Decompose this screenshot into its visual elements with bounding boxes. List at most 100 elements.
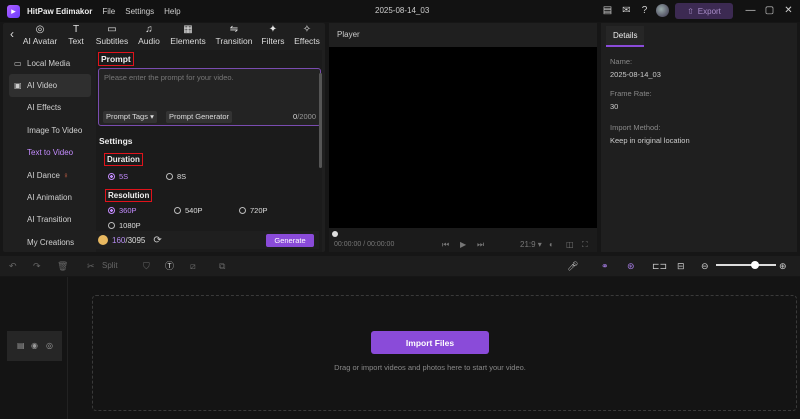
sidebar-item-ai-transition[interactable]: AI Transition bbox=[9, 209, 91, 231]
text-to-video-form: Prompt Please enter the prompt for your … bbox=[96, 50, 322, 252]
help-icon[interactable]: ? bbox=[638, 4, 651, 17]
tab-transition-label: Transition bbox=[215, 36, 253, 46]
fit-icon[interactable]: ⊟ bbox=[677, 260, 685, 272]
seek-handle[interactable] bbox=[332, 231, 338, 237]
menu-settings[interactable]: Settings bbox=[125, 7, 154, 16]
radio-label: 8S bbox=[177, 172, 187, 181]
timecode: 00:00:00 / 00:00:00 bbox=[334, 241, 395, 248]
redo-icon[interactable]: ↷ bbox=[33, 260, 41, 272]
tab-elements-label: Elements bbox=[170, 36, 206, 46]
prompt-textarea[interactable]: Please enter the prompt for your video. … bbox=[98, 68, 321, 126]
tab-elements[interactable]: ▦ Elements bbox=[168, 24, 208, 46]
resolution-1080p-radio[interactable]: 1080P bbox=[108, 221, 141, 230]
aspect-ratio-dropdown[interactable]: 21:9 ▾ bbox=[520, 240, 542, 249]
avatar[interactable] bbox=[656, 4, 669, 17]
delete-icon[interactable]: 🗑 bbox=[57, 260, 68, 272]
snapshot-icon[interactable]: ◫ bbox=[566, 240, 574, 249]
pip-icon[interactable]: ⊏⊐ bbox=[652, 260, 667, 272]
sidebar-item-my-creations[interactable]: My Creations bbox=[9, 231, 91, 253]
effects-icon: ✧ bbox=[302, 24, 312, 35]
link-icon[interactable]: ⚭ bbox=[601, 260, 609, 272]
refresh-icon[interactable]: ⟳ bbox=[153, 235, 161, 246]
sidebar-item-image-to-video[interactable]: Image To Video bbox=[9, 119, 91, 141]
prompt-tags-dropdown[interactable]: Prompt Tags ▾ bbox=[103, 111, 157, 123]
layout-icon[interactable]: ▤ bbox=[601, 4, 614, 17]
prev-frame-icon[interactable]: ⏮ bbox=[442, 240, 449, 250]
snap-icon[interactable]: ⊛ bbox=[627, 260, 635, 272]
import-method-value: Keep in original location bbox=[610, 136, 690, 145]
resolution-360p-radio[interactable]: 360P bbox=[108, 206, 137, 215]
duration-5s-radio[interactable]: 5S bbox=[108, 172, 128, 181]
credit-bar: 160/3095 ⟳ Generate bbox=[93, 231, 319, 249]
tab-subtitles-label: Subtitles bbox=[95, 36, 129, 46]
sidebar-item-ai-effects[interactable]: AI Effects bbox=[9, 97, 91, 119]
sidebar-item-ai-animation[interactable]: AI Animation bbox=[9, 186, 91, 208]
undo-icon[interactable]: ↶ bbox=[9, 260, 17, 272]
app-logo-icon: ▸ bbox=[7, 4, 20, 18]
text-tool-icon[interactable]: Ⓣ bbox=[165, 260, 174, 272]
tab-text[interactable]: T Text bbox=[63, 24, 89, 46]
tab-filters[interactable]: ✦ Filters bbox=[259, 24, 287, 46]
play-icon[interactable]: ▶ bbox=[460, 240, 466, 249]
prompt-generator-button[interactable]: Prompt Generator bbox=[166, 111, 233, 123]
tab-transition[interactable]: ⇋ Transition bbox=[213, 24, 255, 46]
tab-effects[interactable]: ✧ Effects bbox=[292, 24, 322, 46]
sidebar-item-ai-video[interactable]: ▣ AI Video bbox=[9, 74, 91, 97]
radio-label: 360P bbox=[119, 206, 137, 215]
track-header: ▤ ◉ ◎ bbox=[7, 331, 62, 361]
tab-filters-label: Filters bbox=[261, 36, 285, 46]
ai-avatar-icon: ◎ bbox=[35, 24, 45, 35]
menu-file[interactable]: File bbox=[102, 7, 115, 16]
name-label: Name: bbox=[610, 57, 633, 66]
microphone-icon[interactable]: 🎤︎ bbox=[567, 260, 578, 272]
tab-subtitles[interactable]: ▭ Subtitles bbox=[93, 24, 131, 46]
sidebar-item-local-media[interactable]: ▭ Local Media bbox=[9, 52, 91, 74]
feedback-icon[interactable]: ✉ bbox=[620, 4, 633, 17]
resolution-720p-radio[interactable]: 720P bbox=[239, 206, 268, 215]
minimize-icon[interactable]: — bbox=[744, 4, 757, 17]
duration-8s-radio[interactable]: 8S bbox=[166, 172, 186, 181]
player-title: Player bbox=[337, 30, 360, 39]
export-button[interactable]: ⇧ Export bbox=[675, 3, 733, 19]
export-label: Export bbox=[697, 6, 721, 16]
close-icon[interactable]: ✕ bbox=[782, 4, 795, 17]
menu-help[interactable]: Help bbox=[164, 7, 180, 16]
crop-icon[interactable]: ⧄ bbox=[190, 260, 196, 272]
subtitles-icon: ▭ bbox=[107, 24, 117, 35]
sidebar-item-ai-dance[interactable]: AI Dance ♀ bbox=[9, 164, 91, 186]
video-preview bbox=[329, 47, 597, 251]
mute-icon[interactable]: ◎ bbox=[46, 341, 53, 350]
radio-label: 720P bbox=[250, 206, 268, 215]
import-files-button[interactable]: Import Files bbox=[371, 331, 489, 354]
tab-ai-avatar[interactable]: ◎ AI Avatar bbox=[21, 24, 59, 46]
filters-icon: ✦ bbox=[268, 24, 278, 35]
back-arrow-icon[interactable]: ‹ bbox=[10, 27, 14, 41]
generate-button[interactable]: Generate bbox=[266, 234, 314, 247]
sidebar-item-text-to-video[interactable]: Text to Video bbox=[9, 142, 91, 164]
zoom-out-icon[interactable]: ⊖ bbox=[701, 260, 709, 272]
freeze-frame-icon[interactable]: ⧉ bbox=[219, 260, 225, 272]
zoom-slider-track[interactable] bbox=[716, 264, 776, 266]
audio-icon: ♫ bbox=[145, 24, 153, 35]
tab-details[interactable]: Details bbox=[606, 26, 645, 47]
drop-hint-text: Drag or import videos and photos here to… bbox=[334, 363, 526, 372]
character-counter: 0/2000 bbox=[293, 112, 316, 121]
radio-dot bbox=[174, 207, 181, 214]
radio-label: 5S bbox=[119, 172, 129, 181]
prompt-tags-label: Prompt Tags bbox=[106, 112, 148, 121]
settings-heading: Settings bbox=[99, 136, 133, 146]
zoom-in-icon[interactable]: ⊕ bbox=[779, 260, 787, 272]
eye-icon[interactable]: ◉ bbox=[31, 341, 38, 350]
fullscreen-icon[interactable]: ⛶ bbox=[582, 240, 588, 250]
next-frame-icon[interactable]: ⏭ bbox=[477, 240, 484, 250]
scissors-icon[interactable]: ✂ bbox=[87, 260, 95, 272]
volume-icon[interactable]: ◐ bbox=[549, 240, 554, 249]
shield-icon[interactable]: ⛉ bbox=[143, 260, 150, 272]
sidebar-item-label: AI Video bbox=[27, 81, 58, 91]
panel-scrollbar[interactable] bbox=[319, 73, 322, 168]
resolution-540p-radio[interactable]: 540P bbox=[174, 206, 203, 215]
maximize-icon[interactable]: ▢ bbox=[763, 4, 776, 17]
split-label[interactable]: Split bbox=[102, 261, 118, 270]
tab-audio[interactable]: ♫ Audio bbox=[135, 24, 163, 46]
zoom-slider-handle[interactable] bbox=[751, 261, 759, 269]
